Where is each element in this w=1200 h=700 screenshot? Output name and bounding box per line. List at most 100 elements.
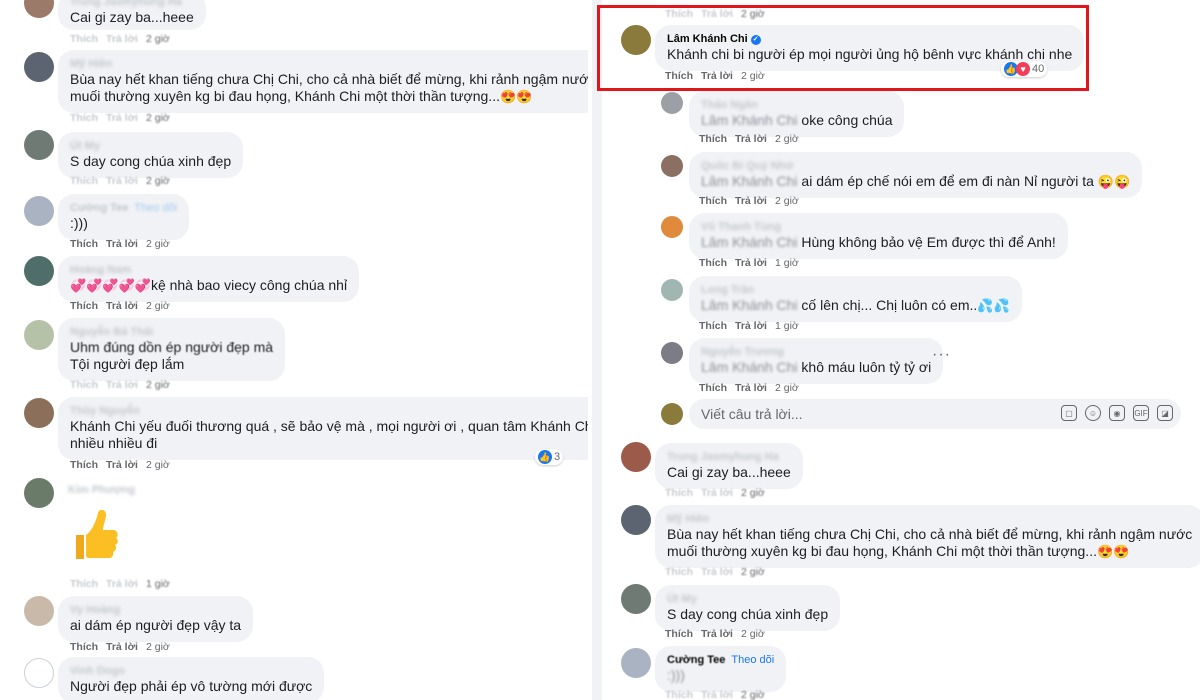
avatar[interactable] — [661, 92, 683, 114]
reply-time[interactable]: 2 giờ — [775, 195, 799, 207]
reply-link[interactable]: Trả lời — [106, 175, 138, 187]
current-user-avatar[interactable] — [661, 403, 683, 425]
like-link[interactable]: Thích — [70, 238, 98, 250]
commenter-name[interactable]: Vy Hoàng — [70, 603, 241, 617]
reply-time[interactable]: 1 giờ — [775, 320, 799, 332]
avatar[interactable] — [661, 155, 683, 177]
commenter-name[interactable]: Vũ Thanh Tùng — [701, 220, 1056, 234]
avatar[interactable] — [24, 0, 54, 18]
avatar[interactable] — [621, 505, 651, 535]
reply-link[interactable]: Trả lời — [106, 578, 138, 590]
like-link[interactable]: Thích — [70, 300, 98, 312]
comment-time[interactable]: 2 giờ — [146, 641, 170, 653]
reply-time[interactable]: 2 giờ — [775, 133, 799, 145]
commenter-name[interactable]: Long Trần — [701, 283, 1010, 297]
reply-link[interactable]: Trả lời — [106, 459, 138, 471]
like-link[interactable]: Thích — [665, 566, 693, 578]
like-link[interactable]: Thích — [665, 628, 693, 640]
emoji-picker-icon[interactable]: ☺ — [1085, 405, 1101, 421]
commenter-name[interactable]: Nguyễn Trương — [701, 345, 931, 359]
reply-link[interactable]: Trả lời — [106, 238, 138, 250]
like-link[interactable]: Thích — [70, 578, 98, 590]
sticker-picker-icon[interactable]: ▢ — [1061, 405, 1077, 421]
more-options-icon[interactable]: ··· — [932, 346, 951, 364]
comment-time[interactable]: 2 giờ — [146, 379, 170, 391]
avatar[interactable] — [24, 52, 54, 82]
comment-time[interactable]: 2 giờ — [146, 238, 170, 250]
reply-link[interactable]: Trả lời — [735, 195, 767, 207]
commenter-name[interactable]: Mỹ Hiền — [667, 512, 1192, 526]
reply-link[interactable]: Trả lời — [735, 133, 767, 145]
gif-icon[interactable]: GIF — [1133, 405, 1149, 421]
like-link[interactable]: Thích — [70, 175, 98, 187]
reply-link[interactable]: Trả lời — [735, 257, 767, 269]
commenter-name[interactable]: Út My — [70, 139, 231, 153]
commenter-name[interactable]: Hoàng Nam — [70, 263, 347, 277]
like-link[interactable]: Thích — [699, 382, 727, 394]
commenter-name[interactable]: Trung Jasmyhung Ha — [667, 450, 791, 464]
commenter-name[interactable]: Thảo Ngân — [701, 98, 892, 112]
reply-link[interactable]: Trả lời — [106, 379, 138, 391]
reply-link[interactable]: Trả lời — [106, 300, 138, 312]
avatar[interactable] — [621, 648, 651, 678]
like-link[interactable]: Thích — [699, 133, 727, 145]
avatar[interactable] — [24, 596, 54, 626]
like-link[interactable]: Thích — [699, 195, 727, 207]
avatar[interactable] — [24, 478, 54, 508]
avatar[interactable] — [661, 216, 683, 238]
reply-time[interactable]: 1 giờ — [775, 257, 799, 269]
mention-tag[interactable]: Lâm Khánh Chi — [701, 297, 798, 313]
commenter-name[interactable]: Cường Tee — [70, 202, 128, 214]
reply-link[interactable]: Trả lời — [701, 689, 733, 700]
avatar[interactable] — [24, 658, 54, 688]
reply-link[interactable]: Trả lời — [701, 628, 733, 640]
avatar[interactable] — [661, 279, 683, 301]
mention-tag[interactable]: Lâm Khánh Chi — [701, 173, 798, 189]
like-link[interactable]: Thích — [70, 641, 98, 653]
comment-time[interactable]: 2 giờ — [146, 300, 170, 312]
comment-time[interactable]: 2 giờ — [146, 112, 170, 124]
comment-time[interactable]: 2 giờ — [146, 33, 170, 45]
comment-time[interactable]: 2 giờ — [741, 628, 765, 640]
like-link[interactable]: Thích — [699, 320, 727, 332]
avatar[interactable] — [24, 320, 54, 350]
comment-time[interactable]: 2 giờ — [741, 689, 765, 700]
comment-time[interactable]: 2 giờ — [741, 566, 765, 578]
commenter-name[interactable]: Trung Jasmyhung Ha — [70, 0, 194, 9]
mention-tag[interactable]: Lâm Khánh Chi — [701, 234, 798, 250]
reply-input[interactable]: Viết câu trả lời... ▢ ☺ ◉ GIF ◪ — [689, 399, 1181, 429]
commenter-name[interactable]: Út My — [667, 592, 828, 606]
avatar[interactable] — [24, 196, 54, 226]
commenter-name[interactable]: Mỹ Hiền — [70, 57, 588, 71]
comment-time[interactable]: 2 giờ — [146, 175, 170, 187]
commenter-name[interactable]: Kim Phượng — [68, 483, 135, 497]
mention-tag[interactable]: Lâm Khánh Chi — [701, 112, 798, 128]
commenter-name[interactable]: Thùy Nguyễn — [70, 404, 588, 418]
avatar[interactable] — [24, 398, 54, 428]
comment-time[interactable]: 1 giờ — [146, 578, 170, 590]
follow-link[interactable]: Theo dõi — [731, 654, 774, 666]
camera-icon[interactable]: ◉ — [1109, 405, 1125, 421]
commenter-name[interactable]: Nguyễn Bá Thái — [70, 325, 273, 339]
reply-link[interactable]: Trả lời — [701, 566, 733, 578]
like-link[interactable]: Thích — [70, 459, 98, 471]
avatar[interactable] — [621, 584, 651, 614]
avatar[interactable] — [621, 442, 651, 472]
comment-time[interactable]: 2 giờ — [146, 459, 170, 471]
like-link[interactable]: Thích — [70, 33, 98, 45]
reply-link[interactable]: Trả lời — [735, 320, 767, 332]
avatar[interactable] — [24, 256, 54, 286]
avatar[interactable] — [24, 130, 54, 160]
like-link[interactable]: Thích — [665, 487, 693, 499]
sticker-icon[interactable]: ◪ — [1157, 405, 1173, 421]
reaction-count[interactable]: 👍 3 — [535, 449, 564, 465]
avatar[interactable] — [661, 342, 683, 364]
like-link[interactable]: Thích — [70, 112, 98, 124]
commenter-name[interactable]: Cường Tee — [667, 654, 725, 666]
reply-link[interactable]: Trả lời — [106, 641, 138, 653]
follow-link[interactable]: Theo dõi — [134, 202, 177, 214]
like-link[interactable]: Thích — [70, 379, 98, 391]
commenter-name[interactable]: Vinh Dogo — [70, 664, 312, 678]
like-link[interactable]: Thích — [665, 689, 693, 700]
comment-time[interactable]: 2 giờ — [741, 487, 765, 499]
